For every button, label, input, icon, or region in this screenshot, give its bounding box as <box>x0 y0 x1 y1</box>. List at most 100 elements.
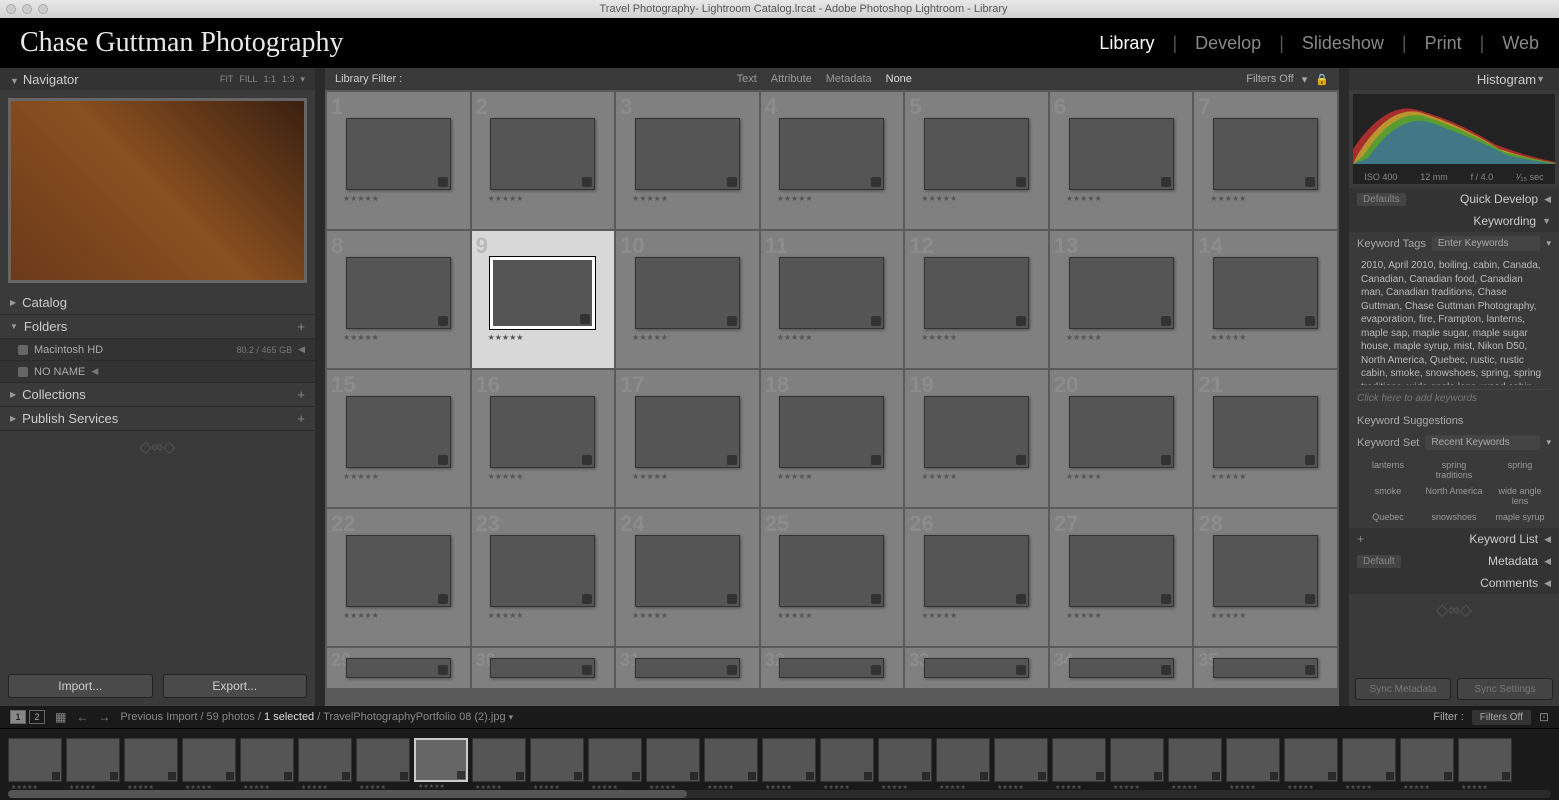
thumbnail-badge-icon[interactable] <box>871 177 881 187</box>
thumbnail-badge-icon[interactable] <box>1161 665 1171 675</box>
rating-stars[interactable]: ★★★★★ <box>1066 333 1102 342</box>
add-collection-icon[interactable]: + <box>297 387 305 402</box>
zoom-window[interactable] <box>38 4 48 14</box>
thumbnail-image[interactable] <box>635 535 740 607</box>
thumbnail-badge-icon[interactable] <box>582 455 592 465</box>
thumbnail-badge-icon[interactable] <box>1161 177 1171 187</box>
rating-stars[interactable]: ★★★★★ <box>777 194 813 203</box>
thumbnail-badge-icon[interactable] <box>727 177 737 187</box>
thumbnail-image[interactable] <box>1213 396 1318 468</box>
thumbnail-badge-icon[interactable] <box>1305 665 1315 675</box>
add-keyword-icon[interactable]: + <box>1357 532 1364 546</box>
thumbnail-badge-icon[interactable] <box>1328 772 1336 780</box>
thumbnail-badge-icon[interactable] <box>727 665 737 675</box>
thumbnail-image[interactable] <box>346 118 451 190</box>
rating-stars[interactable]: ★★★★★ <box>632 472 668 481</box>
rating-stars[interactable]: ★★★★★ <box>343 472 379 481</box>
thumbnail-image[interactable] <box>779 535 884 607</box>
thumbnail-badge-icon[interactable] <box>1016 665 1026 675</box>
second-window-toggle[interactable]: 2 <box>29 710 45 724</box>
keyword-chip[interactable]: lanterns <box>1357 458 1419 482</box>
filmstrip-thumb[interactable]: ★★★★★ <box>762 738 816 782</box>
folders-section[interactable]: ▼ Folders + <box>0 315 315 339</box>
thumbnail-badge-icon[interactable] <box>864 772 872 780</box>
thumbnail-badge-icon[interactable] <box>748 772 756 780</box>
thumbnail-badge-icon[interactable] <box>690 772 698 780</box>
thumbnail-image[interactable] <box>635 658 740 678</box>
grid-cell[interactable]: 14★★★★★ <box>1194 231 1337 368</box>
add-folder-icon[interactable]: + <box>297 319 305 334</box>
keyword-chip[interactable]: Quebec <box>1357 510 1419 524</box>
grid-cell[interactable]: 3★★★★★ <box>616 92 759 229</box>
keyword-chip[interactable]: spring traditions <box>1423 458 1485 482</box>
rating-stars[interactable]: ★★★★★ <box>921 333 957 342</box>
rating-stars[interactable]: ★★★★★ <box>1066 194 1102 203</box>
filmstrip-thumb[interactable]: ★★★★★ <box>414 738 468 782</box>
rating-stars[interactable]: ★★★★★ <box>1066 472 1102 481</box>
thumbnail-badge-icon[interactable] <box>580 314 590 324</box>
filter-attribute[interactable]: Attribute <box>771 73 812 85</box>
filmstrip-thumb[interactable]: ★★★★★ <box>1458 738 1512 782</box>
grid-cell[interactable]: 26★★★★★ <box>905 509 1048 646</box>
grid-cell[interactable]: 17★★★★★ <box>616 370 759 507</box>
thumbnail-badge-icon[interactable] <box>438 665 448 675</box>
chevron-down-icon[interactable]: ▾ <box>300 74 305 85</box>
grid-cell[interactable]: 31★★★★★ <box>616 648 759 688</box>
rating-stars[interactable]: ★★★★★ <box>488 611 524 620</box>
thumbnail-image[interactable] <box>924 535 1029 607</box>
filmstrip-thumb[interactable]: ★★★★★ <box>356 738 410 782</box>
quick-develop-header[interactable]: Defaults Quick Develop ◀ <box>1349 188 1559 210</box>
thumbnail-badge-icon[interactable] <box>582 594 592 604</box>
nav-ratio[interactable]: 1:3 <box>282 74 295 85</box>
grid-cell[interactable]: 1★★★★★ <box>327 92 470 229</box>
keywording-header[interactable]: Keywording ▼ <box>1349 210 1559 232</box>
thumbnail-badge-icon[interactable] <box>980 772 988 780</box>
rating-stars[interactable]: ★★★★★ <box>1066 611 1102 620</box>
defaults-dropdown[interactable]: Defaults <box>1357 193 1406 206</box>
thumbnail-image[interactable] <box>490 257 595 329</box>
grid-cell[interactable]: 28★★★★★ <box>1194 509 1337 646</box>
filter-switch-icon[interactable]: ⊡ <box>1539 710 1549 724</box>
scrollbar-thumb[interactable] <box>8 790 687 798</box>
grid-cell[interactable]: 10★★★★★ <box>616 231 759 368</box>
module-web[interactable]: Web <box>1502 33 1539 54</box>
keyword-chip[interactable]: snowshoes <box>1423 510 1485 524</box>
thumbnail-badge-icon[interactable] <box>574 772 582 780</box>
thumbnail-badge-icon[interactable] <box>1016 316 1026 326</box>
traffic-lights[interactable] <box>6 4 48 14</box>
keyword-chip[interactable]: smoke <box>1357 484 1419 508</box>
thumbnail-badge-icon[interactable] <box>1305 594 1315 604</box>
thumbnail-image[interactable] <box>635 118 740 190</box>
thumbnail-badge-icon[interactable] <box>226 772 234 780</box>
histogram-display[interactable]: ISO 400 12 mm f / 4.0 ¹⁄₁₅ sec <box>1353 94 1555 184</box>
filmstrip[interactable]: ★★★★★★★★★★★★★★★★★★★★★★★★★★★★★★★★★★★★★★★★… <box>0 728 1559 790</box>
nav-fill[interactable]: FILL <box>239 74 257 85</box>
catalog-section[interactable]: ▶ Catalog <box>0 291 315 315</box>
grid-cell[interactable]: 11★★★★★ <box>761 231 904 368</box>
filter-preset-dropdown[interactable]: Filters Off <box>1472 710 1531 725</box>
filter-none[interactable]: None <box>886 73 912 85</box>
filmstrip-thumb[interactable]: ★★★★★ <box>820 738 874 782</box>
rating-stars[interactable]: ★★★★★ <box>343 333 379 342</box>
filmstrip-thumb[interactable]: ★★★★★ <box>472 738 526 782</box>
keywords-textbox[interactable]: 2010, April 2010, boiling, cabin, Canada… <box>1357 255 1551 385</box>
grid-cell[interactable]: 16★★★★★ <box>472 370 615 507</box>
nav-back-icon[interactable]: ← <box>76 710 88 724</box>
thumbnail-image[interactable] <box>1213 535 1318 607</box>
filmstrip-thumb[interactable]: ★★★★★ <box>66 738 120 782</box>
filmstrip-thumb[interactable]: ★★★★★ <box>8 738 62 782</box>
export-button[interactable]: Export... <box>163 674 308 698</box>
collections-section[interactable]: ▶ Collections + <box>0 383 315 407</box>
thumbnail-badge-icon[interactable] <box>168 772 176 780</box>
thumbnail-image[interactable] <box>1213 257 1318 329</box>
grid-cell[interactable]: 19★★★★★ <box>905 370 1048 507</box>
grid-cell[interactable]: 21★★★★★ <box>1194 370 1337 507</box>
module-develop[interactable]: Develop <box>1195 33 1261 54</box>
rating-stars[interactable]: ★★★★★ <box>777 472 813 481</box>
thumbnail-image[interactable] <box>1069 535 1174 607</box>
thumbnail-badge-icon[interactable] <box>727 594 737 604</box>
navigator-preview[interactable] <box>8 98 307 283</box>
grid-cell[interactable]: 7★★★★★ <box>1194 92 1337 229</box>
thumbnail-badge-icon[interactable] <box>438 177 448 187</box>
thumbnail-badge-icon[interactable] <box>52 772 60 780</box>
